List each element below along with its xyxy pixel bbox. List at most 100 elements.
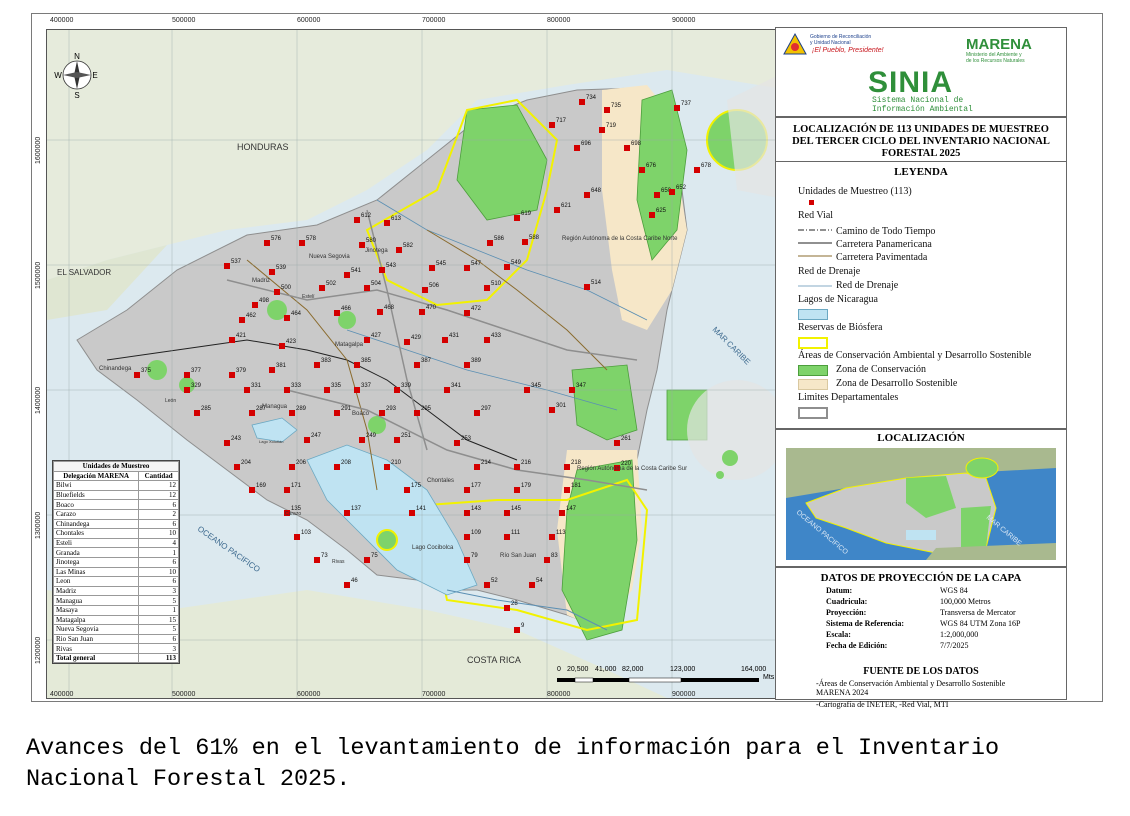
- sample-point-label: 433: [491, 333, 502, 339]
- sample-point-marker: [569, 387, 575, 393]
- sample-point-label: 547: [471, 261, 482, 267]
- sample-point-marker: [229, 372, 235, 378]
- table-cell-delegacion: Carazo: [52, 508, 140, 520]
- sample-point-label: 472: [471, 306, 482, 312]
- sinia-sub-2: Información Ambiental: [872, 105, 973, 114]
- sample-point-marker: [194, 410, 200, 416]
- sample-point-marker: [396, 247, 402, 253]
- sample-point-label: 293: [386, 406, 397, 412]
- sample-point-marker: [279, 343, 285, 349]
- sample-point-marker: [464, 534, 470, 540]
- sample-point-marker: [394, 387, 400, 393]
- sample-point-label: 291: [341, 406, 352, 412]
- legend-box: LEYENDA Unidades de Muestreo (113) Red V…: [775, 161, 1067, 429]
- sample-point-marker: [464, 557, 470, 563]
- label-el-salvador: EL SALVADOR: [57, 268, 111, 277]
- sample-point-marker: [549, 122, 555, 128]
- sample-point-label: 179: [521, 483, 532, 489]
- central-conservation-2: [338, 311, 356, 329]
- sample-point-marker: [514, 464, 520, 470]
- corn-islands-buffer: [687, 380, 787, 480]
- coord-top-5: 900000: [672, 17, 696, 24]
- sample-point-marker: [274, 289, 280, 295]
- label-nueva-segovia: Nueva Segovia: [309, 254, 350, 260]
- sample-point-label: 464: [291, 311, 302, 317]
- sample-point-marker: [269, 269, 275, 275]
- sample-point-label: 510: [491, 281, 502, 287]
- table-row: Bilwi 12: [52, 480, 179, 491]
- table-row: Chinandega 6: [52, 518, 179, 530]
- table-cell-delegacion: Bilwi: [52, 480, 140, 491]
- gov-logo-icon: [783, 32, 807, 55]
- sample-point-marker: [674, 105, 680, 111]
- table-row: Las Minas 10: [52, 566, 179, 578]
- legend-reservas: Reservas de Biósfera: [798, 322, 883, 333]
- legend-units: Unidades de Muestreo (113): [798, 186, 912, 197]
- sample-point-label: 52: [491, 578, 498, 584]
- sample-point-marker: [464, 265, 470, 271]
- sample-point-marker: [574, 145, 580, 151]
- sinia-logo: SINIA: [868, 66, 954, 99]
- marena-sub-2: de los Recursos Naturales: [966, 58, 1025, 64]
- sample-point-marker: [454, 440, 460, 446]
- sample-point-label: 377: [191, 368, 202, 374]
- fuente-line-3: -Cartografía de INETER, -Red Vial, MTI: [816, 700, 949, 709]
- table-cell-cantidad: 2: [138, 508, 179, 520]
- sample-point-label: 289: [296, 406, 307, 412]
- sample-point-marker: [294, 534, 300, 540]
- coord-top-4: 800000: [547, 17, 571, 24]
- coord-side-1: 1500000: [35, 261, 42, 289]
- sample-point-label: 389: [471, 358, 482, 364]
- table-cell-cantidad: 1: [138, 547, 179, 558]
- sample-point-marker: [229, 337, 235, 343]
- sample-point-marker: [579, 99, 585, 105]
- sample-point-marker: [559, 510, 565, 516]
- sample-point-label: 345: [531, 383, 542, 389]
- table-row: Managua 5: [52, 595, 179, 606]
- summary-table: Unidades de Muestreo Delegación MARENA C…: [52, 460, 180, 665]
- biosphere-symbol-icon: [798, 337, 828, 349]
- sample-point-marker: [324, 387, 330, 393]
- table-row: Boaco 6: [52, 499, 179, 510]
- sample-point-label: 145: [511, 506, 522, 512]
- sample-point-marker: [464, 362, 470, 368]
- table-header-delegacion: Delegación MARENA: [52, 470, 140, 482]
- coord-bot-2: 600000: [297, 691, 321, 698]
- sample-point-marker: [484, 582, 490, 588]
- sample-point-label: 331: [251, 383, 262, 389]
- coord-bot-3: 700000: [422, 691, 446, 698]
- sample-point-label: 375: [141, 368, 152, 374]
- table-cell-cantidad: 6: [138, 576, 179, 587]
- sample-point-marker: [599, 127, 605, 133]
- sample-point-label: 427: [371, 333, 382, 339]
- table-cell-delegacion: Bluefields: [52, 489, 140, 501]
- label-raccs: Región Autónoma de la Costa Caribe Sur: [577, 466, 687, 472]
- sample-point-label: 295: [421, 406, 432, 412]
- table-cell-cantidad: 6: [138, 518, 179, 530]
- sample-point-marker: [474, 410, 480, 416]
- compass-n: N: [74, 52, 80, 61]
- sample-point-label: 678: [701, 163, 712, 169]
- label-honduras: HONDURAS: [237, 142, 289, 152]
- label-boaco: Boaco: [352, 411, 370, 417]
- sample-point-label: 79: [471, 553, 478, 559]
- table-row: Matagalpa 15: [52, 614, 179, 626]
- sample-point-marker: [514, 627, 520, 633]
- legend-camino: Camino de Todo Tiempo: [836, 226, 936, 237]
- table-row: Jinotega 6: [52, 556, 179, 568]
- sample-point-label: 28: [511, 601, 518, 607]
- sample-point-marker: [244, 387, 250, 393]
- sample-point-marker: [584, 284, 590, 290]
- gov-slogan: ¡El Pueblo, Presidente!: [812, 47, 884, 54]
- sample-point-label: 247: [311, 433, 322, 439]
- location-inset-map: MAR CARIBE OCEANO PACIFICO: [786, 448, 1056, 560]
- sample-point-label: 46: [351, 578, 358, 584]
- projection-box: DATOS DE PROYECCIÓN DE LA CAPA Datum: WGS…: [775, 567, 1067, 709]
- table-cell-delegacion: Las Minas: [52, 566, 140, 578]
- sample-point-marker: [224, 263, 230, 269]
- coord-bot-0: 400000: [50, 691, 74, 698]
- sample-point-label: 83: [551, 553, 558, 559]
- table-row: Carazo 2: [52, 508, 179, 520]
- sample-point-label: 506: [429, 283, 440, 289]
- sample-point-label: 103: [301, 530, 312, 536]
